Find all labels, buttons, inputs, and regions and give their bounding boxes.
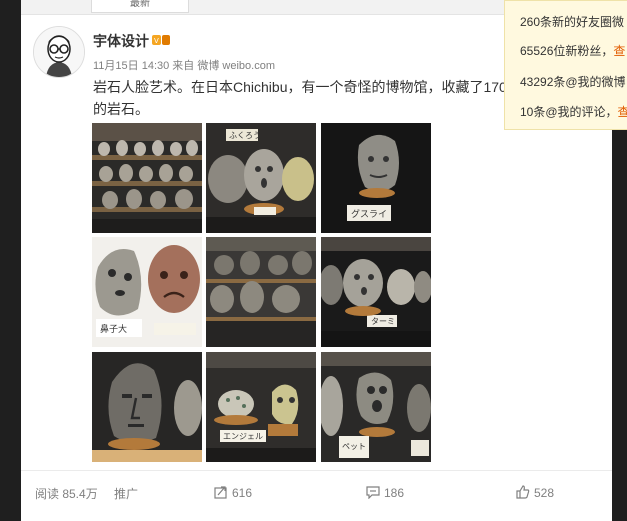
avatar[interactable] bbox=[33, 26, 85, 78]
photo-thumbnail[interactable] bbox=[92, 352, 202, 462]
photo-thumbnail[interactable] bbox=[92, 123, 202, 233]
notification-panel: 260条新的好友圈微 65526位新粉丝，查 43292条@我的微博 10条@我… bbox=[504, 0, 627, 130]
notification-view-link[interactable]: 查 bbox=[618, 105, 627, 119]
post-text-line: 的岩石。 bbox=[93, 101, 149, 117]
photo-thumbnail[interactable] bbox=[206, 237, 316, 347]
photo-thumbnail[interactable]: エンジェル bbox=[206, 352, 316, 462]
photo-thumbnail[interactable]: グスライ bbox=[321, 123, 431, 233]
view-count: 阅读 85.4万 bbox=[35, 487, 98, 501]
post-action-bar: 阅读 85.4万 推广 616 186 528 bbox=[21, 470, 612, 512]
notification-text: 位新粉丝， bbox=[553, 44, 614, 58]
post-text-line: 岩石人脸艺术。在日本Chichibu，有一个奇怪的博物馆，收藏了170 bbox=[93, 79, 507, 95]
photo-caption: ペット bbox=[342, 442, 366, 451]
notification-count: 65526 bbox=[520, 44, 554, 58]
notification-count: 260 bbox=[520, 15, 541, 29]
notification-text: 条新的好友圈微 bbox=[540, 15, 625, 29]
like-count: 528 bbox=[534, 486, 555, 500]
photo-caption: グスライ bbox=[351, 208, 387, 220]
notification-item[interactable]: 260条新的好友圈微 bbox=[520, 13, 624, 30]
photo-thumbnail[interactable]: ふくろう bbox=[206, 123, 316, 233]
thumbs-up-icon bbox=[516, 485, 530, 499]
museum-display-photo bbox=[206, 237, 316, 347]
comment-icon bbox=[366, 486, 380, 499]
photo-caption: 鼻子大 bbox=[100, 323, 127, 335]
svg-text:V: V bbox=[154, 37, 159, 45]
post-meta[interactable]: 11月15日 14:30 来自 微博 weibo.com bbox=[93, 57, 275, 73]
tab-latest[interactable]: 最新 bbox=[91, 0, 189, 13]
photo-thumbnail[interactable]: 鼻子大 bbox=[92, 237, 202, 347]
rock-face-photo bbox=[92, 352, 202, 462]
comment-button[interactable]: 186 bbox=[366, 485, 404, 500]
like-button[interactable]: 528 bbox=[516, 485, 554, 500]
museum-shelves-photo bbox=[92, 123, 202, 233]
rock-face-photo: ペット bbox=[321, 352, 431, 462]
post-text: 岩石人脸艺术。在日本Chichibu，有一个奇怪的博物馆，收藏了170 的岩石。 bbox=[93, 76, 571, 120]
rock-face-photo: グスライ bbox=[321, 123, 431, 233]
photo-caption: ふくろう bbox=[229, 131, 261, 140]
notification-item[interactable]: 43292条@我的微博 bbox=[520, 73, 626, 90]
notification-item[interactable]: 10条@我的评论，查 bbox=[520, 103, 627, 120]
photo-thumbnail[interactable]: ペット bbox=[321, 352, 431, 462]
photo-grid: ふくろう グスライ 鼻子大 ターミ エンジェル ペット bbox=[92, 123, 431, 462]
photo-thumbnail[interactable]: ターミ bbox=[321, 237, 431, 347]
notification-text: 条@我的微博 bbox=[553, 75, 626, 89]
vip-badge-icon[interactable]: V bbox=[152, 34, 170, 46]
notification-count: 43292 bbox=[520, 75, 554, 89]
notification-text: 条@我的评论， bbox=[533, 105, 618, 119]
rock-face-photo: ふくろう bbox=[206, 123, 316, 233]
repost-button[interactable]: 616 bbox=[214, 485, 252, 500]
rock-face-photo: 鼻子大 bbox=[92, 237, 202, 347]
username-link[interactable]: 宇体设计 bbox=[93, 31, 149, 51]
notification-item[interactable]: 65526位新粉丝，查 bbox=[520, 42, 625, 59]
rock-face-photo: ターミ bbox=[321, 237, 431, 347]
tab-latest-label: 最新 bbox=[130, 0, 150, 9]
repost-count: 616 bbox=[232, 486, 253, 500]
avatar-illustration bbox=[34, 27, 84, 77]
notification-view-link[interactable]: 查 bbox=[613, 44, 625, 58]
comment-count: 186 bbox=[384, 486, 405, 500]
notification-count: 10 bbox=[520, 105, 534, 119]
rock-face-photo: エンジェル bbox=[206, 352, 316, 462]
photo-caption: ターミ bbox=[371, 317, 395, 326]
repost-icon bbox=[214, 486, 227, 499]
photo-caption: エンジェル bbox=[223, 432, 263, 441]
promote-button[interactable]: 推广 bbox=[114, 485, 138, 502]
